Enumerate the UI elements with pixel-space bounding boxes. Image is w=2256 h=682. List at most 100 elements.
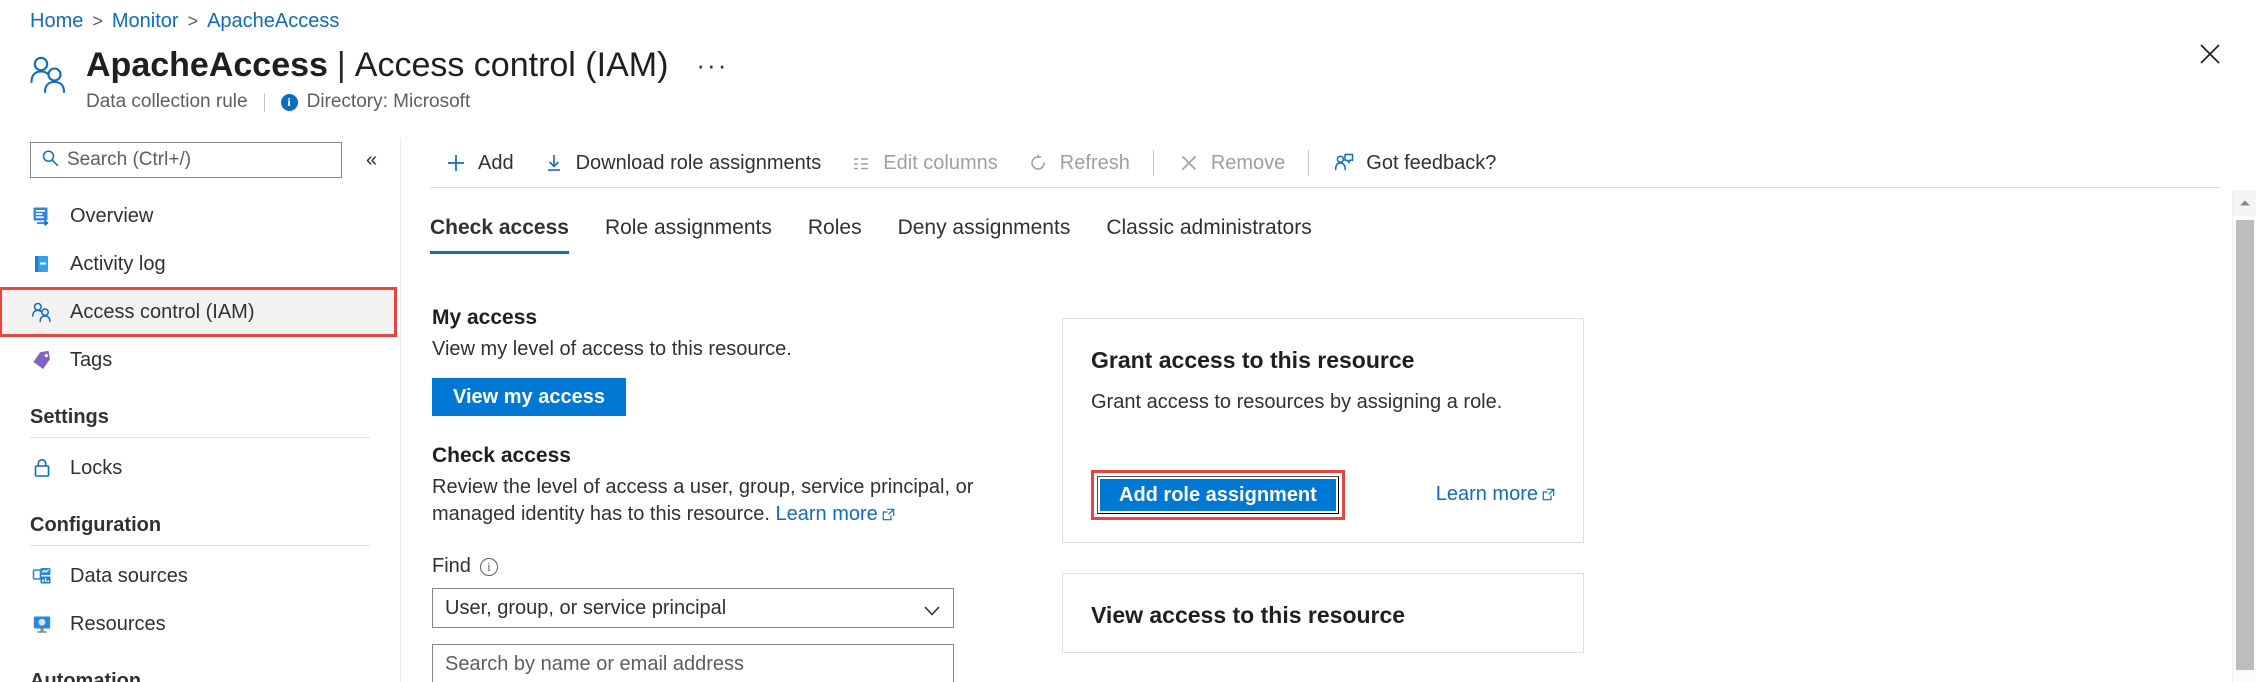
check-access-description-line1: Review the level of access a user, group… — [432, 476, 973, 498]
command-label: Got feedback? — [1366, 152, 1496, 175]
got-feedback-button[interactable]: Got feedback? — [1318, 142, 1510, 184]
breadcrumb: Home > Monitor > ApacheAccess — [30, 8, 339, 34]
close-icon — [2199, 43, 2221, 70]
feedback-icon — [1332, 151, 1356, 175]
tab-roles[interactable]: Roles — [790, 214, 880, 254]
collapse-sidebar-icon[interactable]: « — [361, 145, 382, 175]
view-access-card: View access to this resource — [1062, 573, 1584, 653]
tab-role-assignments[interactable]: Role assignments — [587, 214, 790, 254]
command-label: Add — [478, 152, 514, 175]
refresh-button[interactable]: Refresh — [1012, 142, 1144, 184]
blade-subtitle: Data collection rule i Directory: Micros… — [86, 90, 732, 114]
find-type-value: User, group, or service principal — [445, 597, 726, 620]
sidebar-item-overview[interactable]: Overview — [0, 192, 400, 240]
command-divider — [1153, 150, 1154, 176]
data-sources-icon — [30, 564, 54, 588]
sidebar-item-label: Tags — [70, 349, 112, 372]
overview-icon — [30, 204, 54, 228]
command-label: Remove — [1211, 152, 1285, 175]
tab-label: Classic administrators — [1106, 216, 1311, 239]
view-access-card-title: View access to this resource — [1091, 600, 1555, 630]
grant-access-card-body: Grant access to resources by assigning a… — [1091, 389, 1555, 416]
search-input[interactable] — [67, 149, 307, 171]
sidebar-item-locks[interactable]: Locks — [0, 444, 400, 492]
info-icon[interactable]: i — [480, 558, 498, 576]
access-control-header-icon — [26, 52, 72, 98]
sidebar-item-label: Data sources — [70, 565, 188, 588]
resource-type-label: Data collection rule — [86, 90, 248, 114]
info-icon: i — [281, 94, 298, 111]
breadcrumb-item-apacheaccess[interactable]: ApacheAccess — [207, 8, 339, 34]
breadcrumb-separator: > — [92, 8, 103, 34]
sidebar-item-label: Locks — [70, 457, 122, 480]
sidebar-item-label: Access control (IAM) — [70, 301, 254, 324]
tab-label: Roles — [808, 216, 862, 239]
command-bar: Add Download role assignments Edit colum… — [430, 142, 1510, 184]
tab-check-access[interactable]: Check access — [430, 214, 587, 254]
sidebar-item-access-control[interactable]: Access control (IAM) — [0, 288, 396, 336]
grant-access-card: Grant access to this resource Grant acce… — [1062, 318, 1584, 543]
grant-access-learn-more-link[interactable]: Learn more — [1436, 483, 1538, 505]
sidebar-item-activity-log[interactable]: Activity log — [0, 240, 400, 288]
columns-icon — [849, 151, 873, 175]
sidebar-search-row: « — [0, 138, 400, 178]
command-bar-divider — [430, 187, 2220, 188]
sidebar-group-divider — [30, 545, 370, 546]
check-access-heading: Check access — [432, 442, 1002, 470]
directory-label: Directory: Microsoft — [307, 90, 471, 114]
close-blade-button[interactable] — [2190, 36, 2230, 76]
grant-access-card-footer: Add role assignment Learn more — [1091, 470, 1555, 520]
check-access-panel: My access View my level of access to thi… — [432, 304, 1002, 682]
tags-icon — [30, 348, 54, 372]
sidebar-item-tags[interactable]: Tags — [0, 336, 400, 384]
subtitle-divider — [264, 93, 265, 112]
remove-button[interactable]: Remove — [1163, 142, 1299, 184]
my-access-description: View my level of access to this resource… — [432, 336, 1002, 363]
refresh-icon — [1026, 151, 1050, 175]
page-title-resource: ApacheAccess — [86, 44, 328, 86]
check-access-learn-more-link[interactable]: Learn more — [776, 503, 878, 525]
find-type-select[interactable]: User, group, or service principal — [432, 588, 954, 628]
chevron-up-icon — [2239, 199, 2251, 207]
add-button[interactable]: Add — [430, 142, 528, 184]
scrollbar-thumb[interactable] — [2236, 220, 2254, 670]
tab-label: Check access — [430, 216, 569, 239]
edit-columns-button[interactable]: Edit columns — [835, 142, 1012, 184]
external-link-icon — [882, 502, 895, 529]
sidebar-item-label: Overview — [70, 205, 153, 228]
download-role-assignments-button[interactable]: Download role assignments — [528, 142, 836, 184]
sidebar-item-label: Resources — [70, 613, 166, 636]
sidebar-group-configuration: Configuration — [0, 492, 400, 545]
grant-access-learn-more: Learn more — [1436, 483, 1555, 507]
access-control-icon — [30, 300, 54, 324]
principal-search-input[interactable] — [432, 644, 954, 682]
sidebar-item-resources[interactable]: Resources — [0, 600, 400, 648]
azure-portal-blade: Home > Monitor > ApacheAccess ApacheAcce… — [0, 0, 2256, 682]
plus-icon — [444, 151, 468, 175]
sidebar-search-box[interactable] — [30, 142, 342, 178]
sidebar: « Overview — [0, 138, 400, 682]
blade-header: ApacheAccess | Access control (IAM) ··· … — [26, 44, 732, 114]
command-label: Download role assignments — [576, 152, 822, 175]
scroll-up-button[interactable] — [2233, 190, 2256, 216]
add-role-assignment-button[interactable]: Add role assignment — [1097, 476, 1339, 514]
page-title-section: Access control (IAM) — [355, 44, 669, 86]
breadcrumb-item-home[interactable]: Home — [30, 8, 83, 34]
tab-deny-assignments[interactable]: Deny assignments — [880, 214, 1089, 254]
download-icon — [542, 151, 566, 175]
breadcrumb-item-monitor[interactable]: Monitor — [112, 8, 179, 34]
sidebar-group-settings: Settings — [0, 384, 400, 437]
find-label-text: Find — [432, 555, 471, 578]
check-access-description-line2: managed identity has to this resource. — [432, 503, 770, 525]
sidebar-nav-list: Overview Activity log — [0, 192, 400, 682]
more-options-icon[interactable]: ··· — [692, 50, 732, 80]
activity-log-icon — [30, 252, 54, 276]
sidebar-item-data-sources[interactable]: Data sources — [0, 552, 400, 600]
command-label: Edit columns — [883, 152, 998, 175]
access-cards-column: Grant access to this resource Grant acce… — [1062, 318, 1584, 653]
view-my-access-button[interactable]: View my access — [432, 378, 626, 416]
vertical-scrollbar[interactable] — [2232, 190, 2256, 682]
tab-list: Check access Role assignments Roles Deny… — [430, 214, 1330, 254]
sidebar-item-label: Activity log — [70, 253, 166, 276]
tab-classic-administrators[interactable]: Classic administrators — [1088, 214, 1329, 254]
